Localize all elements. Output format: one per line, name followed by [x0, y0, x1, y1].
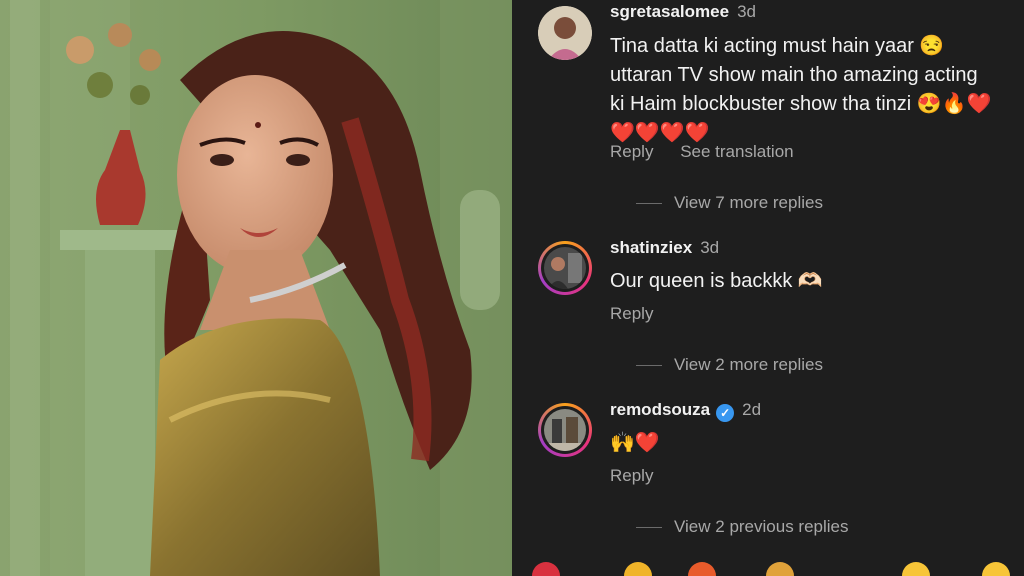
avatar-story-ring[interactable]	[538, 403, 592, 457]
reply-button[interactable]: Reply	[610, 304, 653, 323]
comment-text-line: uttaran TV show main tho amazing acting	[610, 64, 978, 86]
comment-time: 3d	[700, 238, 720, 257]
view-previous-replies-label: View 2 previous replies	[674, 517, 849, 536]
user-photo-icon	[544, 247, 586, 289]
emoji-reaction-bar	[512, 562, 1024, 576]
view-more-replies-label: View 7 more replies	[674, 193, 823, 212]
verified-badge-icon: ✓	[716, 404, 735, 422]
comment-actions: Reply See translation	[610, 142, 816, 162]
avatar-story-ring[interactable]	[538, 241, 592, 295]
comment-username[interactable]: sgretasalomee 3d	[610, 2, 756, 22]
view-more-replies-button[interactable]: View 2 more replies	[636, 355, 823, 375]
divider	[636, 527, 662, 529]
comment-text: Tina datta ki acting must hain yaar 😒 ut…	[610, 32, 1010, 148]
comment-text-line: ki Haim blockbuster show tha tinzi 😍🔥❤️	[610, 93, 992, 115]
comment-time: 2d	[742, 400, 762, 419]
raised-hands-emoji-icon[interactable]	[766, 562, 794, 576]
user-photo-icon	[544, 409, 586, 451]
user-photo-icon	[538, 6, 592, 60]
comment-time: 3d	[737, 2, 756, 21]
avatar[interactable]	[538, 6, 592, 60]
comment-text: Our queen is backkk 🫶🏻	[610, 270, 823, 292]
comments-panel: sgretasalomee 3d Tina datta ki acting mus…	[512, 0, 1024, 576]
fire-emoji-icon[interactable]	[688, 562, 716, 576]
comment-text-line: Tina datta ki acting must hain yaar 😒	[610, 35, 945, 57]
clap-emoji-icon[interactable]	[624, 562, 652, 576]
comment-username[interactable]: remodsouza ✓ 2d	[610, 400, 761, 422]
see-translation-button[interactable]: See translation	[680, 142, 793, 161]
reply-button[interactable]: Reply	[610, 142, 653, 161]
reply-button[interactable]: Reply	[610, 466, 653, 485]
view-previous-replies-button[interactable]: View 2 previous replies	[636, 517, 849, 537]
post-photo	[0, 0, 512, 576]
view-more-replies-button[interactable]: View 7 more replies	[636, 193, 823, 213]
woman-portrait-image	[0, 0, 512, 576]
laugh-emoji-icon[interactable]	[982, 562, 1010, 576]
comment-actions: Reply	[610, 466, 675, 486]
divider	[636, 203, 662, 205]
heart-emoji-icon[interactable]	[532, 562, 560, 576]
comment-username[interactable]: shatinziex 3d	[610, 238, 719, 258]
view-more-replies-label: View 2 more replies	[674, 355, 823, 374]
smile-emoji-icon[interactable]	[902, 562, 930, 576]
comment-text: 🙌❤️	[610, 432, 660, 454]
divider	[636, 365, 662, 367]
comment-actions: Reply	[610, 304, 675, 324]
